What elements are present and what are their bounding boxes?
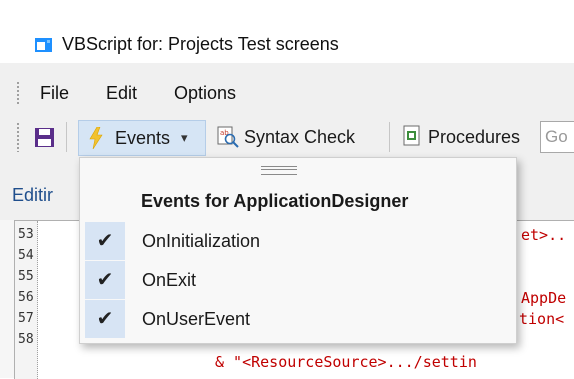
line-number: 58: [18, 332, 34, 347]
line-number: 57: [18, 311, 34, 326]
vbscript-editor-window: VBScript for: Projects Test screens File…: [0, 0, 574, 379]
menu-item-label: OnExit: [142, 270, 197, 290]
checkmark-icon: ✔: [85, 261, 125, 299]
tab-editing[interactable]: Editir: [12, 185, 53, 206]
menu-edit[interactable]: Edit: [106, 83, 137, 104]
events-dropdown-menu: Events for ApplicationDesigner ✔ OnIniti…: [79, 157, 517, 344]
events-button-label: Events: [115, 128, 171, 148]
line-number: 56: [18, 290, 34, 305]
checkmark-icon: ✔: [85, 222, 125, 260]
line-number: 54: [18, 248, 34, 263]
menu-item-oninitialization[interactable]: ✔ OnInitialization: [85, 222, 512, 260]
events-button[interactable]: Events ▾: [78, 120, 206, 156]
code-fragment: AppDe: [521, 289, 567, 307]
menu-item-onuserevent[interactable]: ✔ OnUserEvent: [85, 300, 512, 338]
chevron-down-icon: ▾: [181, 130, 188, 145]
syntax-check-icon: ab: [217, 126, 239, 148]
line-number: 55: [18, 269, 34, 284]
events-menu-header: Events for ApplicationDesigner: [141, 191, 409, 211]
title-bar: VBScript for: Projects Test screens: [0, 3, 574, 63]
dropdown-resize-handle[interactable]: [261, 166, 297, 175]
menu-options[interactable]: Options: [174, 83, 236, 104]
code-line: & "<ResourceSource>.../settin: [215, 353, 477, 371]
goto-procedure-input[interactable]: Go: [540, 121, 574, 153]
line-number: 53: [18, 227, 34, 242]
menu-item-label: OnUserEvent: [142, 309, 251, 329]
app-window-icon: [35, 38, 52, 52]
procedures-icon: [403, 125, 420, 146]
code-fragment: & "<ResourceSource>.../settin: [215, 353, 477, 371]
lightning-icon: [89, 127, 103, 149]
toolbar-grip[interactable]: [16, 122, 20, 152]
line-number-gutter: 53 54 55 56 57 58: [15, 221, 38, 379]
menu-item-label: OnInitialization: [142, 231, 261, 251]
syntax-check-button[interactable]: Syntax Check: [244, 127, 355, 148]
procedures-button[interactable]: Procedures: [428, 127, 520, 148]
code-fragment: tion<: [519, 310, 565, 328]
menu-bar-grip[interactable]: [16, 81, 20, 105]
toolbar: Events ▾ ab Syntax Check Procedures Go: [0, 108, 574, 158]
menu-file[interactable]: File: [40, 83, 69, 104]
window-title: VBScript for: Projects Test screens: [62, 34, 339, 54]
toolbar-separator: [389, 122, 390, 152]
save-icon[interactable]: [34, 127, 55, 148]
toolbar-separator: [66, 122, 67, 152]
menu-item-onexit[interactable]: ✔ OnExit: [85, 261, 512, 299]
menu-bar: File Edit Options: [0, 63, 574, 108]
code-fragment: et>..: [521, 226, 567, 244]
checkmark-icon: ✔: [85, 300, 125, 338]
